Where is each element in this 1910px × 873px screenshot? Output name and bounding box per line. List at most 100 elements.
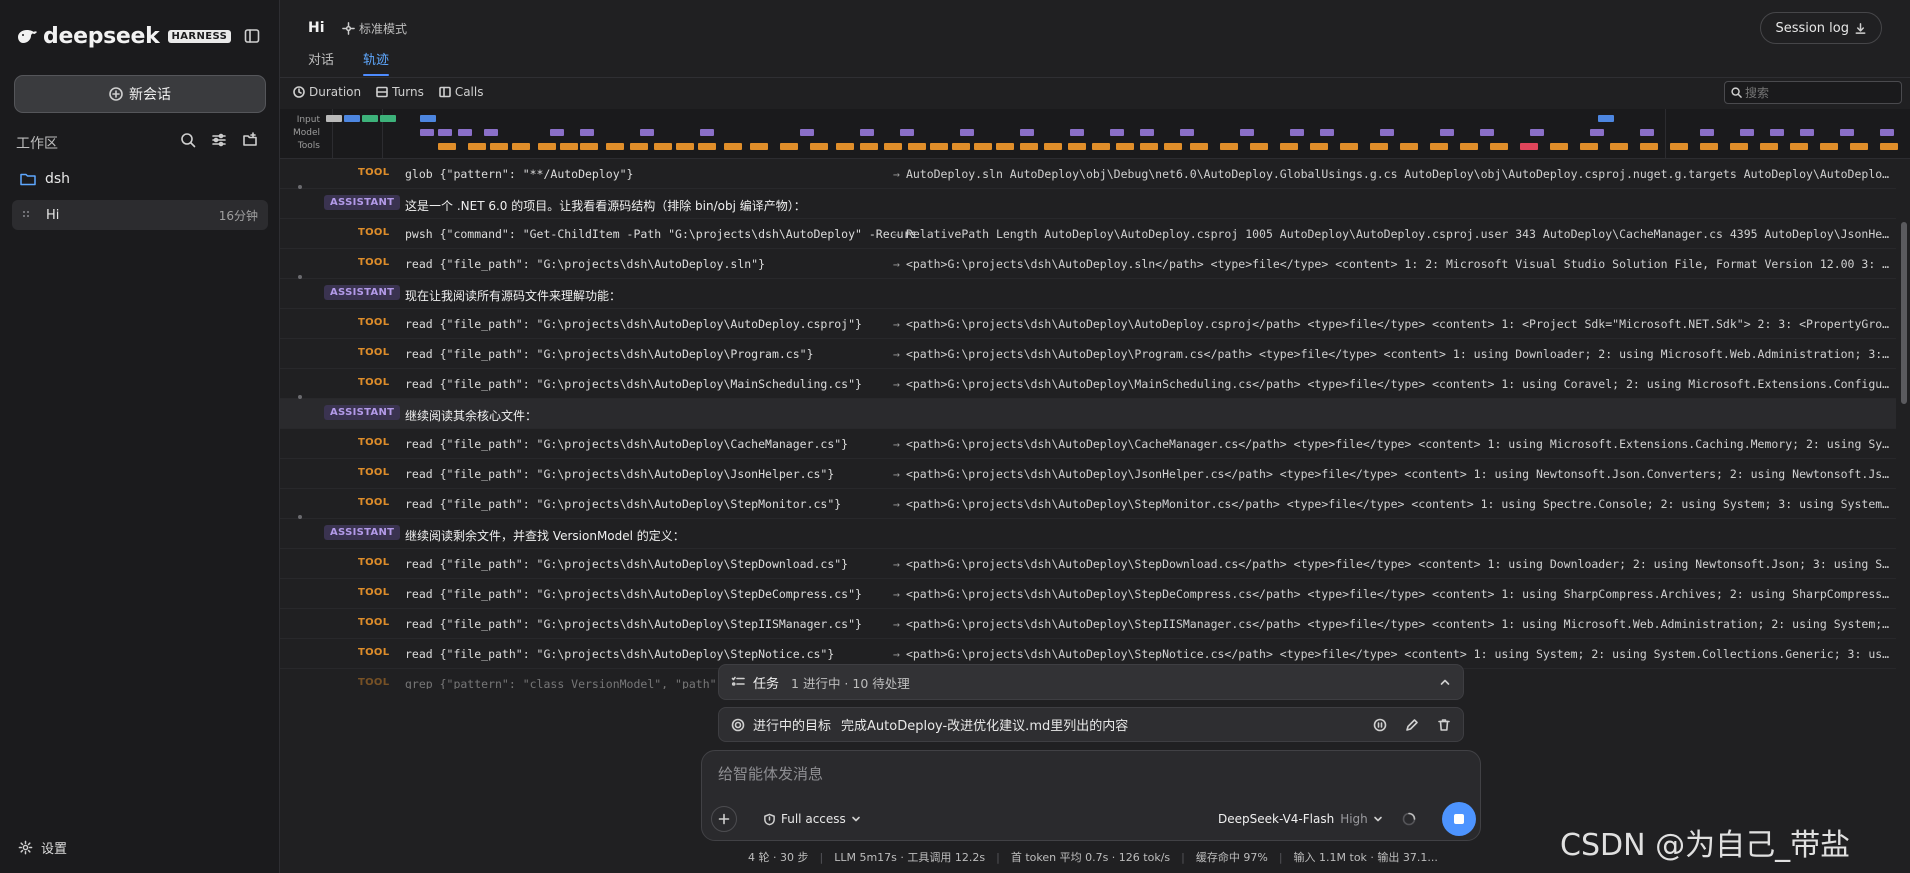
timeline-span[interactable] [1140, 129, 1154, 136]
timeline-span[interactable] [1070, 129, 1084, 136]
task-panel[interactable]: 任务 1 进行中 · 10 待处理 [718, 664, 1464, 700]
trace-row-tool[interactable]: TOOL read {"file_path": "G:\projects\dsh\… [280, 609, 1896, 639]
timeline-span[interactable] [580, 129, 594, 136]
timeline-span[interactable] [700, 129, 714, 136]
trace-row-tool[interactable]: TOOL pwsh {"command": "Get-ChildItem -Pat… [280, 219, 1896, 249]
trash-icon[interactable] [1437, 718, 1451, 732]
timeline-span[interactable] [1610, 143, 1628, 150]
timeline-span[interactable] [326, 115, 342, 122]
timeline-span[interactable] [1480, 129, 1494, 136]
timeline-span[interactable] [512, 143, 530, 150]
session-log-button[interactable]: Session log [1760, 12, 1882, 44]
trace-row-assistant[interactable]: ASSISTANT 这是一个 .NET 6.0 的项目。让我看看源码结构（排除 b… [280, 185, 1896, 219]
model-selector[interactable]: DeepSeek-V4-Flash High [1218, 812, 1383, 826]
timeline-span[interactable] [640, 129, 654, 136]
timeline-span[interactable] [1400, 143, 1418, 150]
trace-timeline[interactable]: Input Model Tools [280, 109, 1910, 159]
timeline-span[interactable] [860, 129, 874, 136]
timeline-span[interactable] [1380, 129, 1394, 136]
timeline-span[interactable] [1020, 143, 1038, 150]
project-item-dsh[interactable]: dsh [20, 171, 70, 187]
timeline-span[interactable] [698, 143, 716, 150]
timeline-span[interactable] [538, 143, 556, 150]
trace-search-input[interactable] [1745, 85, 1895, 100]
timeline-span[interactable] [484, 129, 498, 136]
timeline-span[interactable] [1250, 143, 1268, 150]
timeline-span[interactable] [1068, 143, 1086, 150]
timeline-span[interactable] [380, 115, 396, 122]
timeline-span[interactable] [458, 129, 472, 136]
timeline-span[interactable] [560, 143, 578, 150]
attach-button[interactable] [711, 806, 737, 832]
search-icon[interactable] [180, 132, 196, 148]
timeline-span[interactable] [1140, 143, 1158, 150]
timeline-span[interactable] [1220, 143, 1238, 150]
trace-row-tool[interactable]: TOOL read {"file_path": "G:\projects\dsh\… [280, 309, 1896, 339]
message-input[interactable] [718, 763, 1318, 787]
trace-row-tool[interactable]: TOOL read {"file_path": "G:\projects\dsh\… [280, 459, 1896, 489]
pause-icon[interactable] [1373, 718, 1387, 732]
timeline-span[interactable] [1430, 143, 1448, 150]
trace-row-tool[interactable]: TOOL read {"file_path": "G:\projects\dsh\… [280, 369, 1896, 399]
timeline-span[interactable] [1730, 143, 1748, 150]
filter-sliders-icon[interactable] [211, 132, 227, 148]
stop-generation-button[interactable] [1442, 802, 1476, 836]
timeline-span[interactable] [860, 143, 878, 150]
timeline-span[interactable] [724, 143, 742, 150]
timeline-span[interactable] [1640, 129, 1654, 136]
timeline-span[interactable] [1164, 143, 1182, 150]
trace-row-tool[interactable]: TOOL read {"file_path": "G:\projects\dsh\… [280, 339, 1896, 369]
timeline-span[interactable] [1850, 143, 1868, 150]
timeline-span[interactable] [974, 143, 992, 150]
chevron-up-icon[interactable] [1439, 676, 1451, 688]
timeline-span[interactable] [1550, 143, 1568, 150]
timeline-span[interactable] [908, 143, 926, 150]
turns-toggle[interactable]: Turns [376, 85, 424, 99]
timeline-span[interactable] [1800, 129, 1814, 136]
duration-toggle[interactable]: Duration [293, 85, 361, 99]
timeline-span[interactable] [1840, 129, 1854, 136]
timeline-span[interactable] [810, 143, 828, 150]
trace-row-assistant[interactable]: ASSISTANT 继续阅读其余核心文件： [280, 395, 1896, 429]
timeline-span[interactable] [344, 115, 360, 122]
timeline-span[interactable] [1240, 129, 1254, 136]
timeline-span[interactable] [1180, 129, 1194, 136]
timeline-span[interactable] [952, 143, 970, 150]
timeline-span[interactable] [1670, 143, 1688, 150]
timeline-span[interactable] [1460, 143, 1478, 150]
settings-button[interactable]: 设置 [18, 838, 67, 857]
timeline-span[interactable] [1700, 129, 1714, 136]
scrollbar-thumb[interactable] [1901, 222, 1907, 404]
timeline-span[interactable] [1820, 143, 1838, 150]
tab-trace[interactable]: 轨迹 [363, 49, 390, 76]
timeline-span[interactable] [1590, 129, 1604, 136]
timeline-span[interactable] [1320, 129, 1334, 136]
timeline-span[interactable] [1310, 143, 1328, 150]
timeline-span[interactable] [420, 129, 434, 136]
timeline-span[interactable] [996, 143, 1014, 150]
timeline-span[interactable] [1790, 143, 1808, 150]
trace-row-tool[interactable]: TOOL read {"file_path": "G:\projects\dsh\… [280, 579, 1896, 609]
mode-indicator[interactable]: 标准模式 [342, 20, 407, 37]
timeline-span[interactable] [930, 143, 948, 150]
timeline-span[interactable] [606, 143, 624, 150]
timeline-span[interactable] [362, 115, 378, 122]
trace-row-assistant[interactable]: ASSISTANT 现在让我阅读所有源码文件来理解功能： [280, 275, 1896, 309]
timeline-span[interactable] [654, 143, 672, 150]
timeline-span[interactable] [1340, 143, 1358, 150]
timeline-span[interactable] [420, 115, 436, 122]
calls-toggle[interactable]: Calls [439, 85, 483, 99]
timeline-span[interactable] [836, 143, 854, 150]
timeline-span[interactable] [780, 143, 798, 150]
timeline-span[interactable] [1370, 143, 1388, 150]
timeline-span[interactable] [676, 143, 694, 150]
timeline-span[interactable] [1280, 143, 1298, 150]
trace-row-tool[interactable]: TOOL read {"file_path": "G:\projects\dsh\… [280, 429, 1896, 459]
timeline-span[interactable] [1740, 129, 1754, 136]
logo[interactable]: deepseek HARNESS [16, 24, 232, 49]
timeline-span[interactable] [1880, 143, 1898, 150]
timeline-span[interactable] [1020, 129, 1034, 136]
sidebar-toggle-button[interactable] [244, 28, 260, 44]
tab-chat[interactable]: 对话 [308, 49, 334, 76]
timeline-span[interactable] [1598, 115, 1614, 122]
